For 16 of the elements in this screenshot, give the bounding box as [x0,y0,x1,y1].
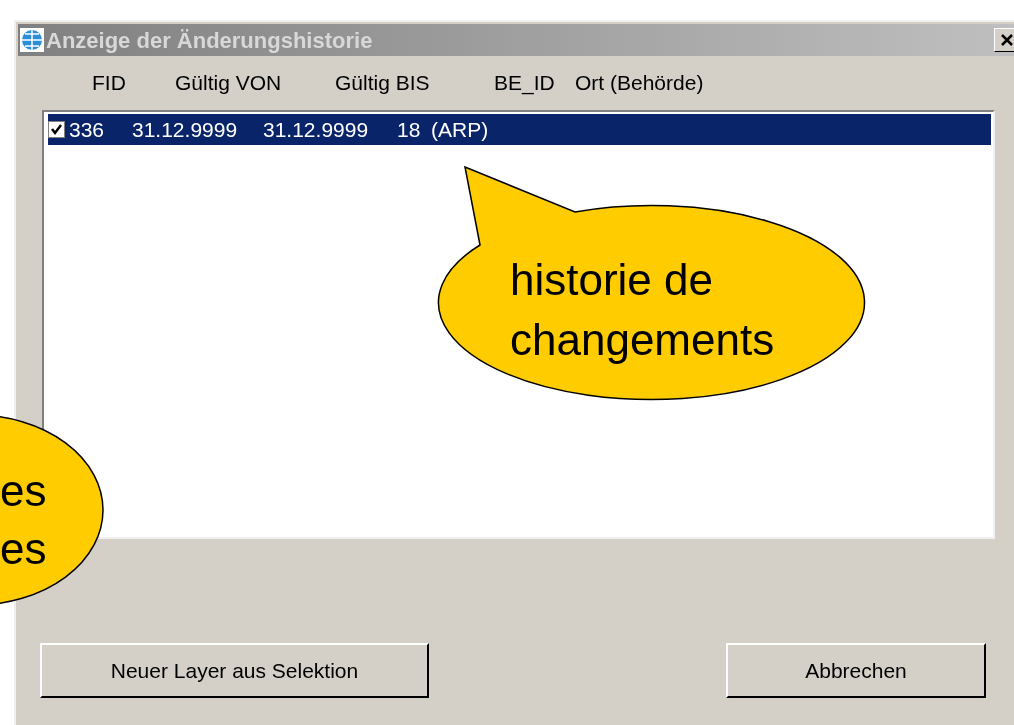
window-title: Anzeige der Änderungshistorie [46,26,373,55]
dialog-button[interactable]: Abbrechen [726,643,986,698]
callout-text: historie de changements [510,254,775,366]
column-header[interactable]: Gültig VON [175,67,335,99]
list-cell-text: 336 [69,116,106,143]
callout-text: es es [0,465,47,575]
column-header[interactable]: BE_ID [494,67,575,99]
dialog-button[interactable]: Neuer Layer aus Selektion [40,643,429,698]
list-row[interactable]: 336 31.12.9999 31.12.9999 18 (ARP) [48,114,991,145]
list-cell-text: 18 [397,116,422,143]
list-cell-text: (ARP) [431,116,489,143]
list-cell-text: 31.12.9999 [132,116,239,143]
column-header[interactable]: FID [92,67,175,99]
column-header[interactable]: Ort (Behörde) [575,67,704,99]
column-header[interactable]: Gültig BIS [335,67,494,99]
list-cell-text: 31.12.9999 [263,116,370,143]
